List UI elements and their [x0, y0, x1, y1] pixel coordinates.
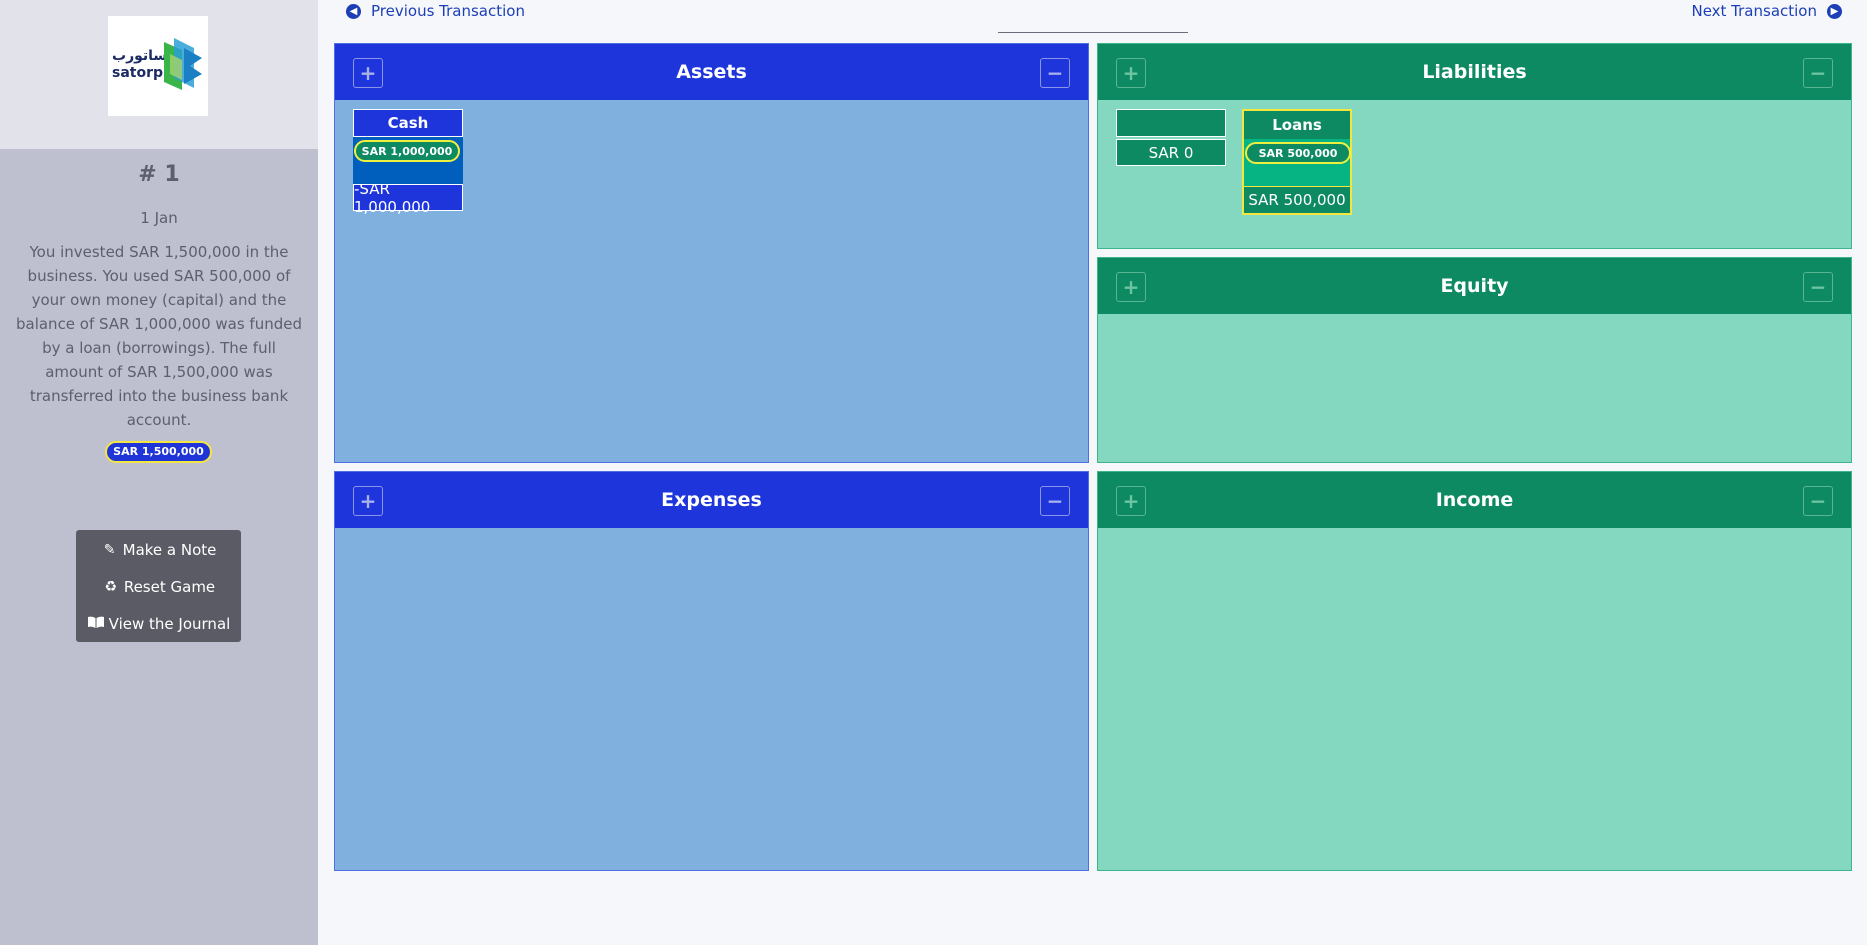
satorp-logo: ساتورب satorp — [108, 16, 208, 116]
assets-add-button[interactable]: + — [353, 58, 383, 88]
next-transaction-label: Next Transaction — [1691, 2, 1817, 20]
income-remove-button[interactable]: − — [1803, 486, 1833, 516]
unnamed-account-total: SAR 0 — [1116, 139, 1226, 166]
assets-header: + Assets − — [335, 44, 1088, 100]
loans-account-name[interactable]: Loans — [1244, 111, 1350, 139]
arrow-right-circle-icon: ▶ — [1827, 3, 1842, 19]
view-journal-button[interactable]: View the Journal — [76, 605, 241, 642]
loans-entry-chip[interactable]: SAR 500,000 — [1245, 142, 1351, 164]
liabilities-title: Liabilities — [1422, 61, 1527, 83]
liabilities-header: + Liabilities − — [1098, 44, 1851, 100]
next-transaction-link[interactable]: Next Transaction ▶ — [1691, 2, 1842, 20]
equity-remove-button[interactable]: − — [1803, 272, 1833, 302]
make-note-label: Make a Note — [122, 540, 217, 559]
sidebar-menu: ✎ Make a Note ♻ Reset Game View the Jour… — [76, 530, 241, 642]
unnamed-account-name[interactable] — [1116, 109, 1226, 137]
expenses-header: + Expenses − — [335, 472, 1088, 528]
liabilities-add-button[interactable]: + — [1116, 58, 1146, 88]
previous-transaction-label: Previous Transaction — [371, 2, 525, 20]
nav-divider — [998, 32, 1188, 33]
logo-area: ساتورب satorp — [0, 0, 318, 149]
logo-arabic-text: ساتورب — [112, 48, 168, 64]
loans-account-total: SAR 500,000 — [1244, 186, 1350, 213]
equity-title: Equity — [1440, 275, 1509, 297]
expenses-panel[interactable]: + Expenses − — [334, 471, 1089, 871]
income-add-button[interactable]: + — [1116, 486, 1146, 516]
cash-account-name: Cash — [353, 109, 463, 137]
income-panel[interactable]: + Income − — [1097, 471, 1852, 871]
book-icon — [87, 616, 105, 632]
cash-entry-chip[interactable]: SAR 1,000,000 — [354, 140, 460, 162]
pencil-icon: ✎ — [103, 541, 116, 558]
transaction-date: 1 Jan — [140, 209, 178, 227]
expenses-add-button[interactable]: + — [353, 486, 383, 516]
reset-game-button[interactable]: ♻ Reset Game — [76, 568, 241, 605]
previous-transaction-link[interactable]: ◀ Previous Transaction — [346, 2, 525, 20]
income-header: + Income − — [1098, 472, 1851, 528]
equity-header: + Equity − — [1098, 258, 1851, 314]
make-note-button[interactable]: ✎ Make a Note — [76, 531, 241, 568]
view-journal-label: View the Journal — [108, 614, 231, 633]
logo-emblem-icon — [164, 38, 202, 90]
unnamed-account[interactable]: SAR 0 — [1116, 109, 1226, 166]
arrow-left-circle-icon: ◀ — [346, 3, 361, 19]
loans-account-body[interactable]: SAR 500,000 — [1244, 139, 1351, 186]
sidebar: ساتورب satorp # 1 1 Jan You invested SAR… — [0, 0, 318, 945]
transaction-number: # 1 — [138, 162, 180, 187]
reset-game-label: Reset Game — [123, 577, 216, 596]
transaction-amount-chip[interactable]: SAR 1,500,000 — [105, 441, 212, 463]
assets-title: Assets — [676, 61, 747, 83]
equity-add-button[interactable]: + — [1116, 272, 1146, 302]
recycle-icon: ♻ — [104, 578, 118, 595]
expenses-remove-button[interactable]: − — [1040, 486, 1070, 516]
cash-account[interactable]: Cash SAR 1,000,000 -SAR 1,000,000 — [353, 109, 463, 216]
liabilities-panel[interactable]: + Liabilities − SAR 0 Loans SAR 500,000 … — [1097, 43, 1852, 249]
transaction-description: You invested SAR 1,500,000 in the busine… — [15, 243, 303, 429]
loans-account[interactable]: Loans SAR 500,000 SAR 500,000 — [1242, 109, 1352, 215]
assets-remove-button[interactable]: − — [1040, 58, 1070, 88]
cash-account-body[interactable]: SAR 1,000,000 — [353, 137, 463, 184]
logo-latin-text: satorp — [112, 65, 164, 81]
income-title: Income — [1435, 489, 1514, 511]
liabilities-remove-button[interactable]: − — [1803, 58, 1833, 88]
equity-panel[interactable]: + Equity − — [1097, 257, 1852, 463]
cash-account-total: -SAR 1,000,000 — [353, 180, 463, 216]
assets-panel[interactable]: + Assets − Cash SAR 1,000,000 -SAR 1,000… — [334, 43, 1089, 463]
expenses-title: Expenses — [661, 489, 762, 511]
